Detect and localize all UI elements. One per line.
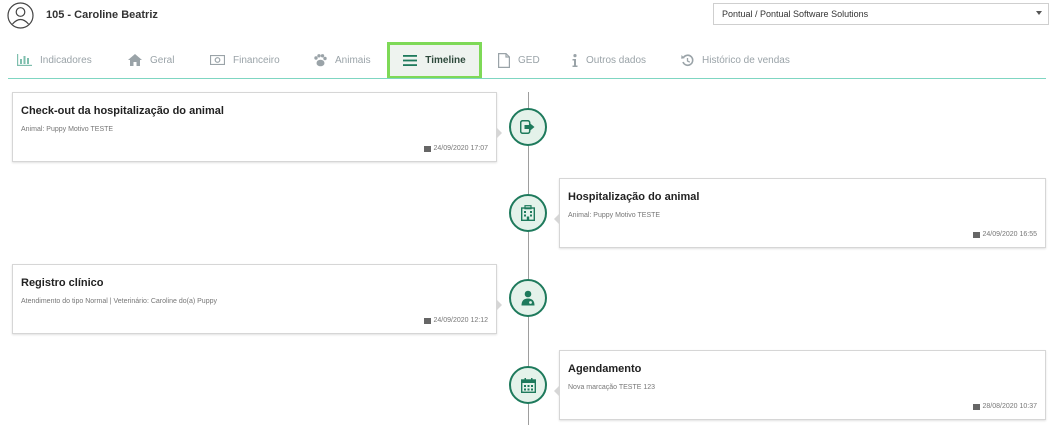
doctor-icon [521, 290, 535, 306]
tab-label: Histórico de vendas [702, 54, 790, 66]
timeline-card[interactable]: Agendamento Nova marcação TESTE 123 28/0… [554, 350, 1046, 420]
timeline-badge [509, 366, 547, 404]
calendar-small-icon [423, 145, 431, 152]
calendar-icon [520, 377, 536, 393]
timeline-card-date: 24/09/2020 17:07 [423, 145, 489, 152]
timeline-card-description: Animal: Puppy Motivo TESTE [21, 126, 114, 133]
calendar-small-icon [972, 403, 980, 410]
paw-icon [314, 53, 327, 66]
tab-label: Outros dados [586, 54, 647, 66]
timeline-card-date-text: 24/09/2020 12:12 [433, 317, 489, 324]
tab-label: Animais [335, 54, 371, 66]
tab-baseline [8, 78, 1046, 79]
client-name: 105 - Caroline Beatriz [46, 9, 158, 21]
tab-label: Geral [150, 54, 175, 66]
timeline-card-title: Agendamento [568, 363, 642, 375]
tab-animais[interactable]: Animais [313, 42, 371, 78]
timeline-card[interactable]: Hospitalização do animal Animal: Puppy M… [554, 178, 1046, 248]
company-select[interactable]: Pontual / Pontual Software Solutions [713, 3, 1049, 25]
timeline-card-title: Registro clínico [21, 277, 104, 289]
timeline-card-title: Check-out da hospitalização do animal [21, 105, 224, 117]
tab-historico-vendas[interactable]: Histórico de vendas [681, 42, 790, 78]
timeline-card-title: Hospitalização do animal [568, 191, 700, 203]
timeline-card-date: 24/09/2020 12:12 [423, 317, 489, 324]
tab-label: Financeiro [233, 54, 280, 66]
tab-label: Indicadores [40, 54, 92, 66]
timeline-card-description: Atendimento do tipo Normal | Veterinário… [21, 298, 217, 305]
tab-outros-dados[interactable]: Outros dados [572, 42, 646, 78]
header: 105 - Caroline Beatriz Pontual / Pontual… [0, 0, 1056, 40]
tab-bar: Indicadores Geral Financeiro Animais Tim… [0, 42, 1056, 80]
timeline-card-date-text: 24/09/2020 16:55 [982, 231, 1038, 238]
tab-geral[interactable]: Geral [128, 42, 174, 78]
tab-label: Timeline [425, 55, 466, 66]
card-pointer [496, 127, 502, 139]
timeline-card-description: Animal: Puppy Motivo TESTE [568, 212, 661, 219]
bar-chart-icon [17, 54, 32, 66]
timeline-card[interactable]: Check-out da hospitalização do animal An… [12, 92, 502, 162]
user-avatar-icon [7, 2, 34, 29]
list-icon [403, 55, 418, 66]
card-pointer [554, 213, 560, 225]
calendar-small-icon [972, 231, 980, 238]
tab-timeline[interactable]: Timeline [387, 42, 482, 79]
tab-ged[interactable]: GED [498, 42, 540, 78]
timeline-card-date-text: 28/08/2020 10:37 [982, 403, 1038, 410]
timeline-card-date: 24/09/2020 16:55 [972, 231, 1038, 238]
timeline-card-date: 28/08/2020 10:37 [972, 403, 1038, 410]
timeline-card-date-text: 24/09/2020 17:07 [433, 145, 489, 152]
money-icon [210, 55, 225, 65]
timeline-badge [509, 279, 547, 317]
timeline-card-description: Nova marcação TESTE 123 [568, 384, 656, 391]
card-pointer [554, 385, 560, 397]
card-pointer [496, 299, 502, 311]
calendar-small-icon [423, 317, 431, 324]
tab-indicadores[interactable]: Indicadores [17, 42, 92, 78]
sign-out-icon [520, 120, 535, 134]
info-icon [572, 53, 578, 67]
timeline-card[interactable]: Registro clínico Atendimento do tipo Nor… [12, 264, 502, 334]
chevron-down-icon [1036, 11, 1042, 15]
document-icon [498, 52, 510, 68]
tab-label: GED [518, 54, 540, 66]
tab-financeiro[interactable]: Financeiro [210, 42, 280, 78]
hospital-icon [521, 205, 535, 221]
history-icon [681, 53, 694, 66]
company-select-value: Pontual / Pontual Software Solutions [722, 9, 869, 19]
timeline-badge [509, 194, 547, 232]
home-icon [128, 54, 142, 66]
timeline-badge [509, 108, 547, 146]
